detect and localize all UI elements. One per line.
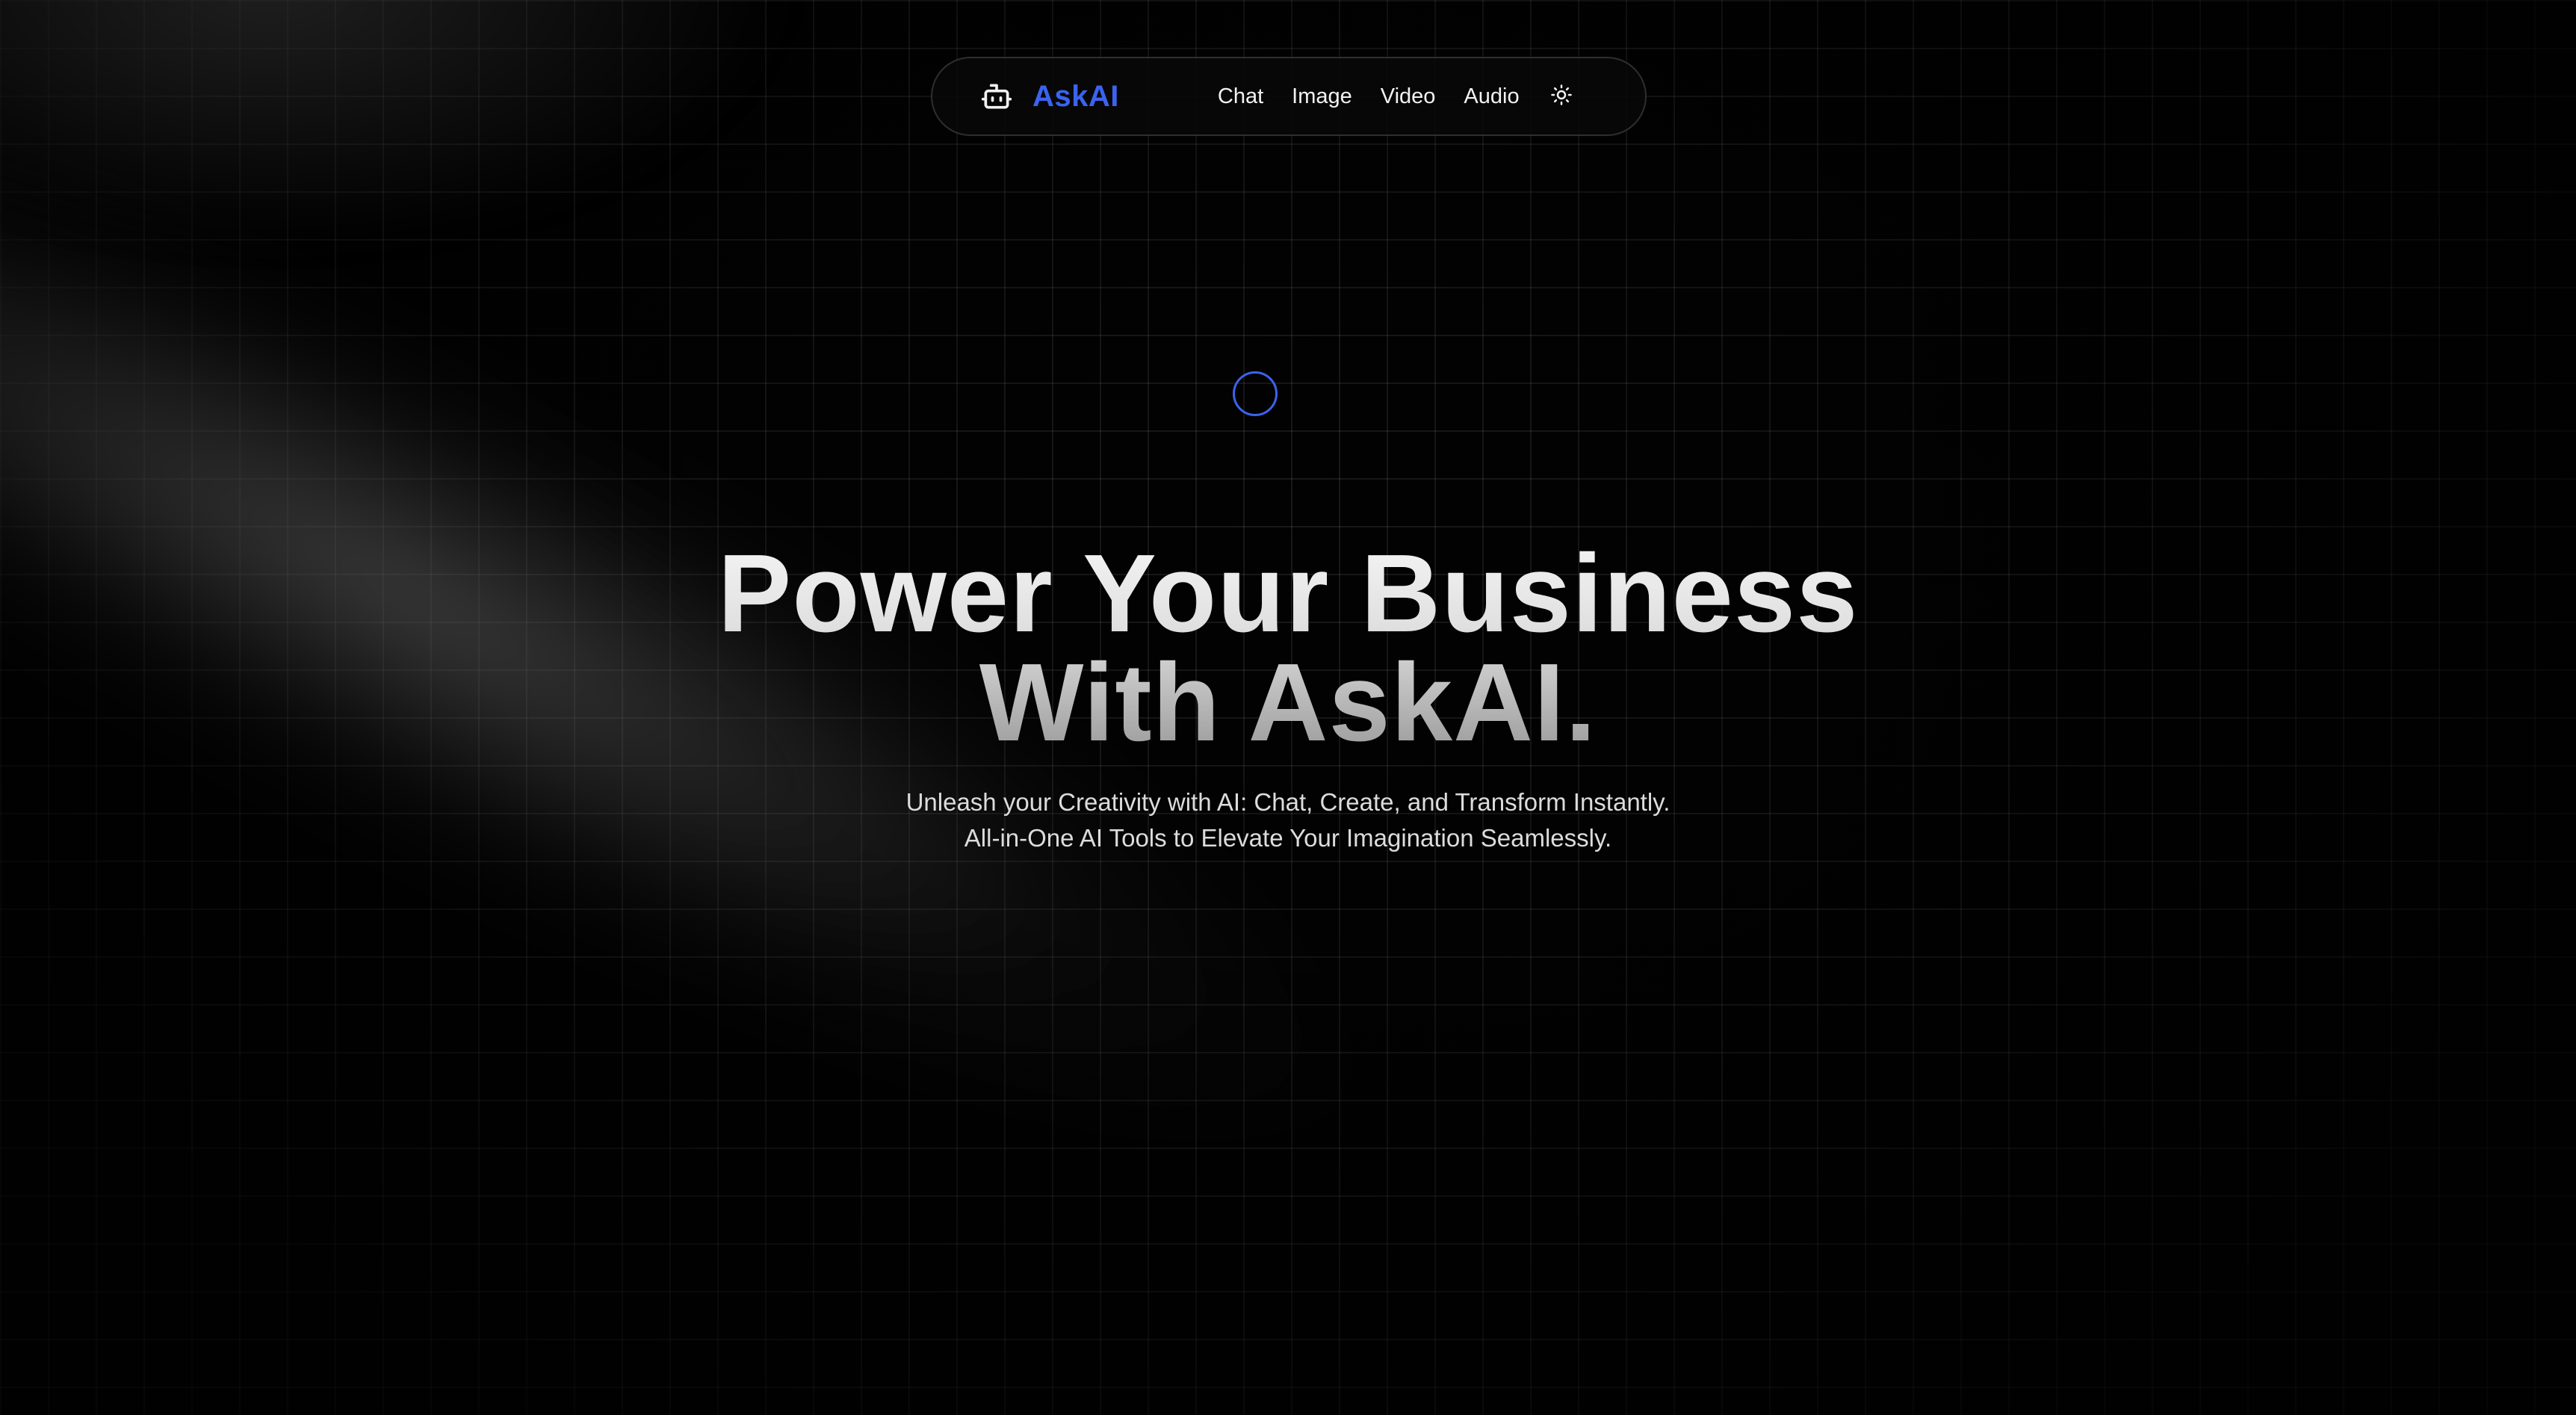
hero-subtitle-line-1: Unleash your Creativity with AI: Chat, C…: [905, 788, 1671, 816]
nav-link-image[interactable]: Image: [1292, 84, 1352, 109]
hero-title-line-2: With AskAI.: [979, 641, 1597, 764]
nav-links: Chat Image Video Audio: [1218, 84, 1520, 109]
loading-spinner: [1233, 371, 1278, 416]
hero-title: Power Your Business With AskAI.: [0, 539, 2576, 758]
hero-title-line-1: Power Your Business: [717, 532, 1859, 655]
hero-subtitle: Unleash your Creativity with AI: Chat, C…: [0, 784, 2576, 856]
brand-link[interactable]: AskAI: [980, 80, 1119, 114]
page: AskAI Chat Image Video Audio Power Your …: [0, 0, 2576, 1415]
theme-toggle-button[interactable]: [1546, 81, 1576, 111]
nav-link-chat[interactable]: Chat: [1218, 84, 1263, 109]
sun-icon: [1550, 84, 1573, 110]
hero-subtitle-line-2: All-in-One AI Tools to Elevate Your Imag…: [964, 824, 1612, 852]
brand-name: AskAI: [1032, 79, 1119, 113]
nav-link-video[interactable]: Video: [1381, 84, 1436, 109]
nav-link-audio[interactable]: Audio: [1464, 84, 1519, 109]
robot-icon: [980, 80, 1013, 113]
top-navbar: AskAI Chat Image Video Audio: [931, 57, 1647, 136]
